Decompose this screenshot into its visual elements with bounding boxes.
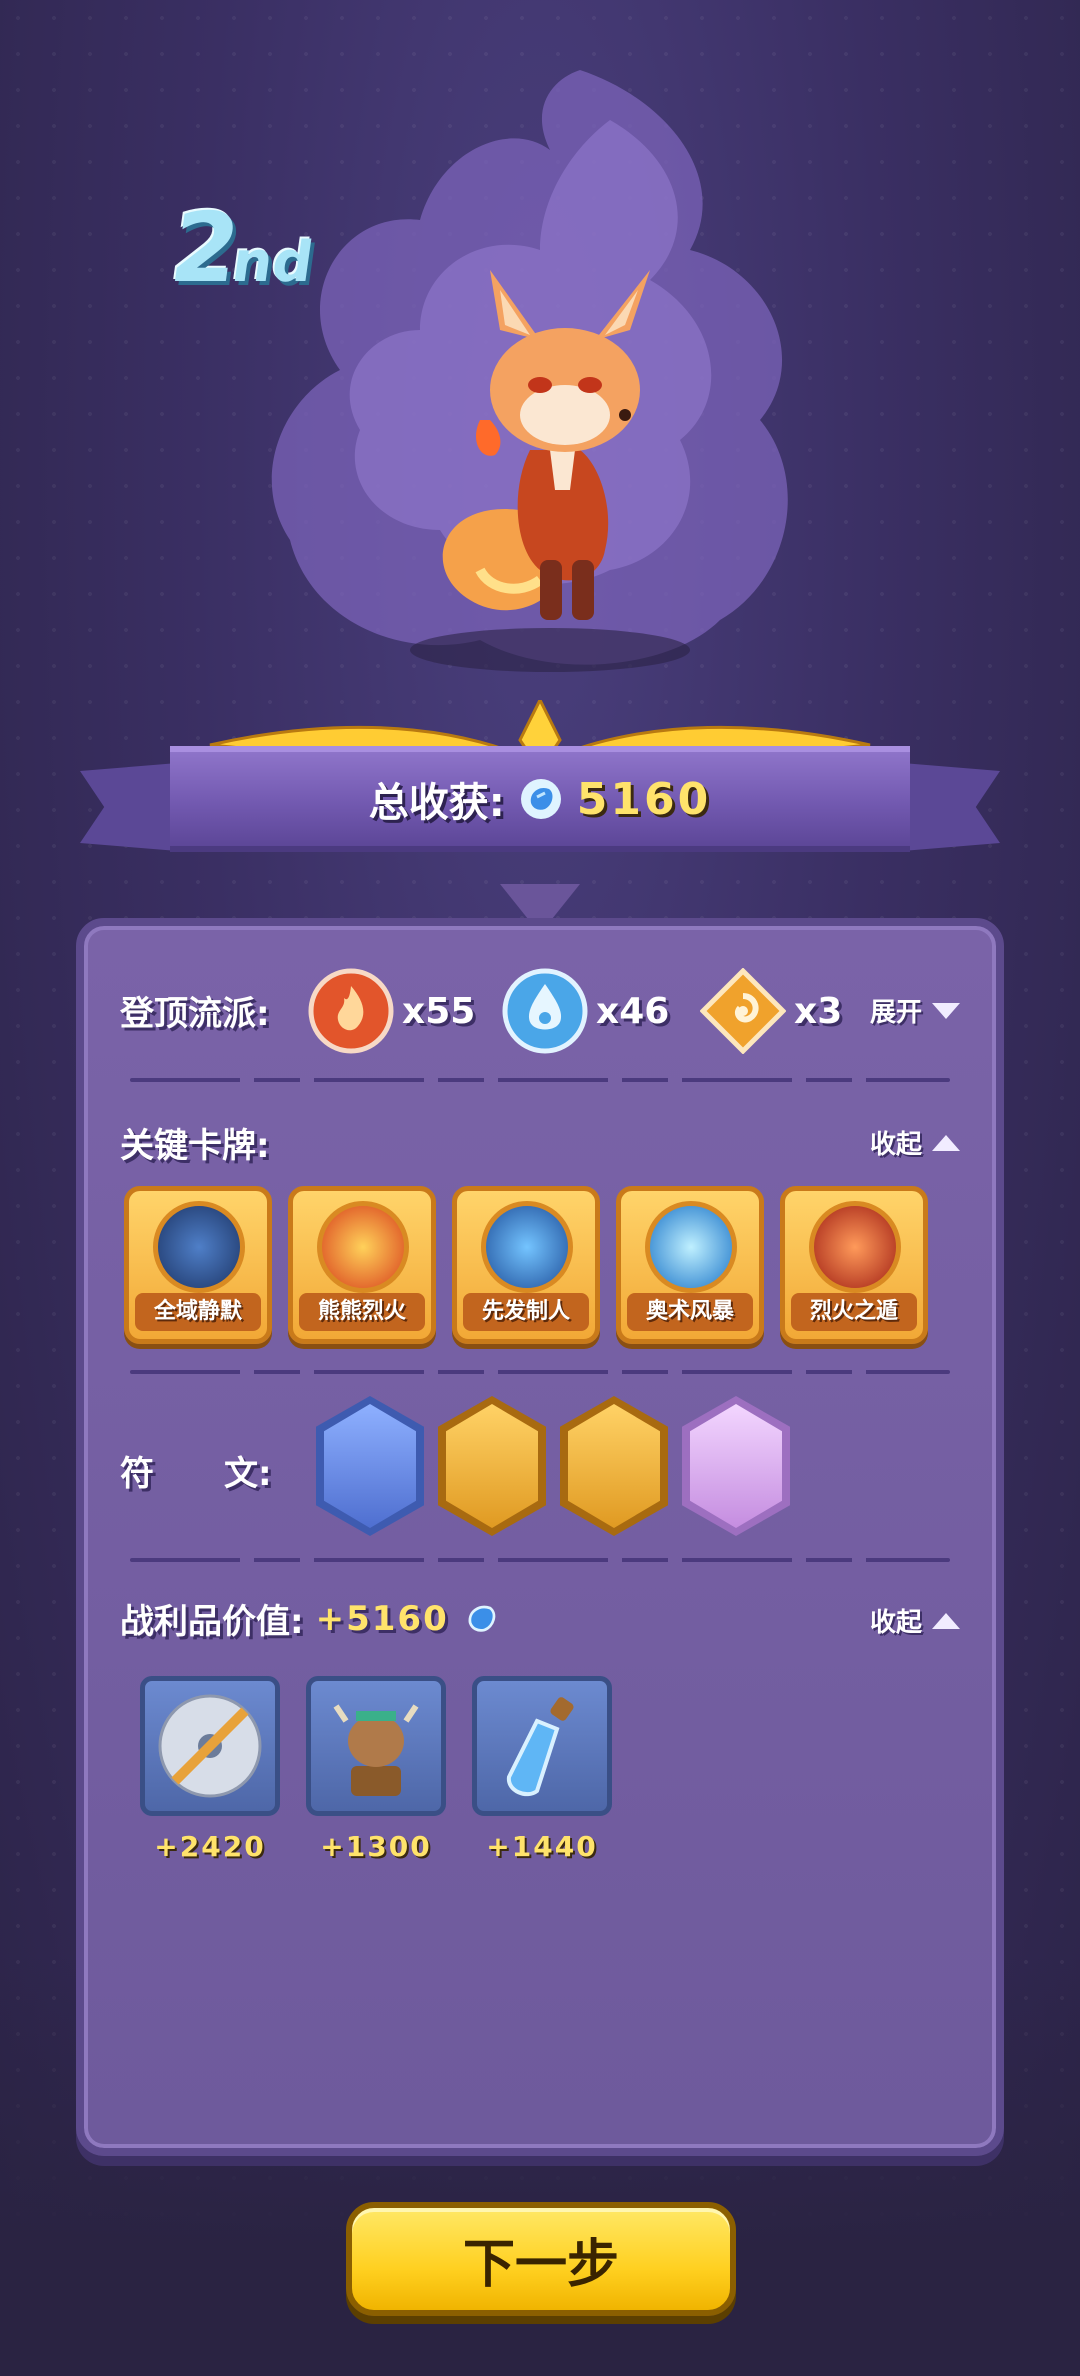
- schools-label: 登顶流派:: [120, 994, 270, 1034]
- school-count-fire: x55: [402, 990, 476, 1032]
- loot-item[interactable]: [140, 1676, 280, 1816]
- harvest-ribbon: 总收获: 5160: [170, 746, 910, 852]
- blaze-card-icon: [317, 1201, 409, 1293]
- key-card-name: 奥术风暴: [627, 1293, 753, 1331]
- loot-total: +5160: [315, 1598, 449, 1639]
- schools-expand-label: 展开: [869, 998, 922, 1028]
- atom-book-gold-rune-icon: [446, 1404, 538, 1528]
- key-card-name: 先发制人: [463, 1293, 589, 1331]
- key-card-name: 烈火之遁: [791, 1293, 917, 1331]
- atom-book-rune-icon: [324, 1404, 416, 1528]
- loot-value: +1300: [320, 1830, 432, 1863]
- cd-disc-icon: [158, 1694, 262, 1798]
- loot-header: 战利品价值: +5160: [120, 1594, 501, 1643]
- blue-crystal-icon: [468, 1605, 496, 1632]
- harvest-label: 总收获:: [368, 780, 505, 826]
- loot-collapse-label: 收起: [869, 1608, 922, 1638]
- key-card-item[interactable]: 先发制人: [452, 1186, 600, 1344]
- school-item-water: x46: [502, 968, 669, 1054]
- loot-item[interactable]: [306, 1676, 446, 1816]
- fox-character-illustration: [442, 270, 650, 620]
- bull-statue-icon: [333, 1704, 419, 1796]
- fire-escape-card-icon: [809, 1201, 901, 1293]
- runes-label-left: 符: [120, 1454, 154, 1494]
- potion-bottle-icon: [506, 1697, 574, 1797]
- key-card-item[interactable]: 奥术风暴: [616, 1186, 764, 1344]
- chevron-up-icon: [932, 1134, 960, 1151]
- preempt-card-icon: [481, 1201, 573, 1293]
- school-count-swirl: x3: [794, 990, 843, 1032]
- key-card-item[interactable]: 熊熊烈火: [288, 1186, 436, 1344]
- loot-collapse-toggle[interactable]: 收起: [870, 1602, 960, 1639]
- results-panel: [76, 918, 1004, 2156]
- key-card-name: 熊熊烈火: [299, 1293, 425, 1331]
- key-cards-collapse-label: 收起: [869, 1130, 922, 1160]
- loot-item[interactable]: [472, 1676, 612, 1816]
- schools-expand-toggle[interactable]: 展开: [870, 992, 960, 1029]
- loot-label: 战利品价值:: [120, 1602, 304, 1642]
- runes-label: 符 文:: [120, 1446, 272, 1495]
- total-harvest-banner: 总收获: 5160: [80, 700, 1000, 880]
- silence-card-icon: [153, 1201, 245, 1293]
- harvest-total: 5160: [576, 773, 712, 825]
- loot-value: +1440: [486, 1830, 598, 1863]
- chevron-down-icon: [932, 1002, 960, 1019]
- school-item-fire: x55: [308, 968, 475, 1054]
- divider: [130, 1558, 950, 1562]
- school-count-water: x46: [596, 990, 670, 1032]
- divider: [130, 1370, 950, 1374]
- motorbike-rune-icon: [568, 1404, 660, 1528]
- key-card-name: 全域静默: [135, 1293, 261, 1331]
- chevron-up-icon: [932, 1612, 960, 1629]
- water-school-icon: [502, 968, 588, 1054]
- runes-label-right: 文:: [224, 1454, 272, 1494]
- key-card-item[interactable]: 烈火之遁: [780, 1186, 928, 1344]
- swirl-school-icon: [700, 968, 786, 1054]
- gear-portrait-rune-icon: [690, 1404, 782, 1528]
- blue-crystal-icon: [520, 779, 561, 819]
- key-cards-collapse-toggle[interactable]: 收起: [870, 1124, 960, 1161]
- key-card-item[interactable]: 全域静默: [124, 1186, 272, 1344]
- fire-school-icon: [308, 968, 394, 1054]
- school-item-swirl: x3: [700, 968, 842, 1054]
- loot-value: +2420: [154, 1830, 266, 1863]
- divider: [130, 1078, 950, 1082]
- key-cards-label: 关键卡牌:: [120, 1126, 270, 1166]
- arcane-storm-card-icon: [645, 1201, 737, 1293]
- next-button[interactable]: 下一步: [346, 2202, 736, 2316]
